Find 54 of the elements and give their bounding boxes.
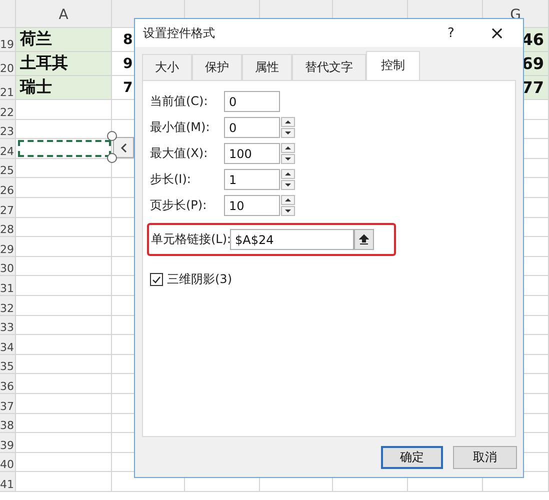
row-header[interactable]: 33: [0, 316, 16, 336]
tab[interactable]: 替代文字: [292, 54, 366, 80]
row-header[interactable]: 36: [0, 374, 16, 394]
cell-text: 土耳其: [20, 53, 68, 74]
row-header[interactable]: 25: [0, 158, 16, 178]
field-label: 最小值(M):: [150, 119, 211, 136]
row-header[interactable]: 23: [0, 120, 16, 140]
help-button[interactable]: ?: [433, 20, 469, 46]
cell-link-field[interactable]: $A$24: [230, 229, 354, 250]
tab[interactable]: 保护: [192, 54, 242, 80]
row-header[interactable]: 28: [0, 218, 16, 238]
field-label: 当前值(C):: [150, 93, 209, 110]
input-field[interactable]: 0: [224, 117, 280, 138]
input-field[interactable]: 0: [224, 91, 280, 112]
input-field[interactable]: 10: [224, 195, 280, 216]
input-field[interactable]: 100: [224, 143, 280, 164]
tab[interactable]: 属性: [242, 54, 292, 80]
row-header[interactable]: 26: [0, 178, 16, 198]
input-field[interactable]: 1: [224, 169, 280, 190]
row-header[interactable]: 41: [0, 472, 16, 492]
row-header[interactable]: 24: [0, 139, 16, 159]
row-header[interactable]: 39: [0, 433, 16, 453]
cell-text: 9: [123, 56, 133, 72]
row-header[interactable]: 40: [0, 452, 16, 472]
row-header[interactable]: 29: [0, 237, 16, 257]
cell-text: 77: [522, 78, 544, 97]
row-header[interactable]: 30: [0, 256, 16, 276]
dialog-title: 设置控件格式: [143, 24, 216, 42]
cell-text: 瑞士: [20, 77, 52, 98]
row-header[interactable]: 22: [0, 100, 16, 120]
checkbox-label: 三维阴影(3): [167, 271, 232, 288]
field-label: 单元格链接(L):: [151, 231, 230, 248]
field-label: 步长(I):: [150, 171, 192, 188]
column-header[interactable]: A: [16, 0, 112, 28]
row-header[interactable]: 34: [0, 335, 16, 355]
row-header[interactable]: 27: [0, 198, 16, 218]
row-header[interactable]: 19: [0, 28, 16, 52]
cell-text: 7: [123, 80, 133, 96]
dialog-button[interactable]: 取消: [453, 446, 517, 468]
row-header[interactable]: 21: [0, 76, 16, 100]
dialog-button[interactable]: 确定: [381, 446, 443, 468]
cell-text: 荷兰: [20, 29, 52, 50]
field-label: 页步长(P):: [150, 197, 208, 214]
cell-text: 8: [123, 32, 133, 48]
row-header[interactable]: 35: [0, 354, 16, 374]
cell-text: 46: [522, 30, 544, 49]
row-header[interactable]: 37: [0, 394, 16, 414]
row-header[interactable]: 31: [0, 276, 16, 296]
tab[interactable]: 大小: [142, 54, 192, 80]
tab[interactable]: 控制: [366, 51, 420, 80]
field-label: 最大值(X):: [150, 145, 209, 162]
row-header[interactable]: 32: [0, 296, 16, 316]
row-header[interactable]: 38: [0, 414, 16, 434]
row-header[interactable]: 20: [0, 52, 16, 76]
